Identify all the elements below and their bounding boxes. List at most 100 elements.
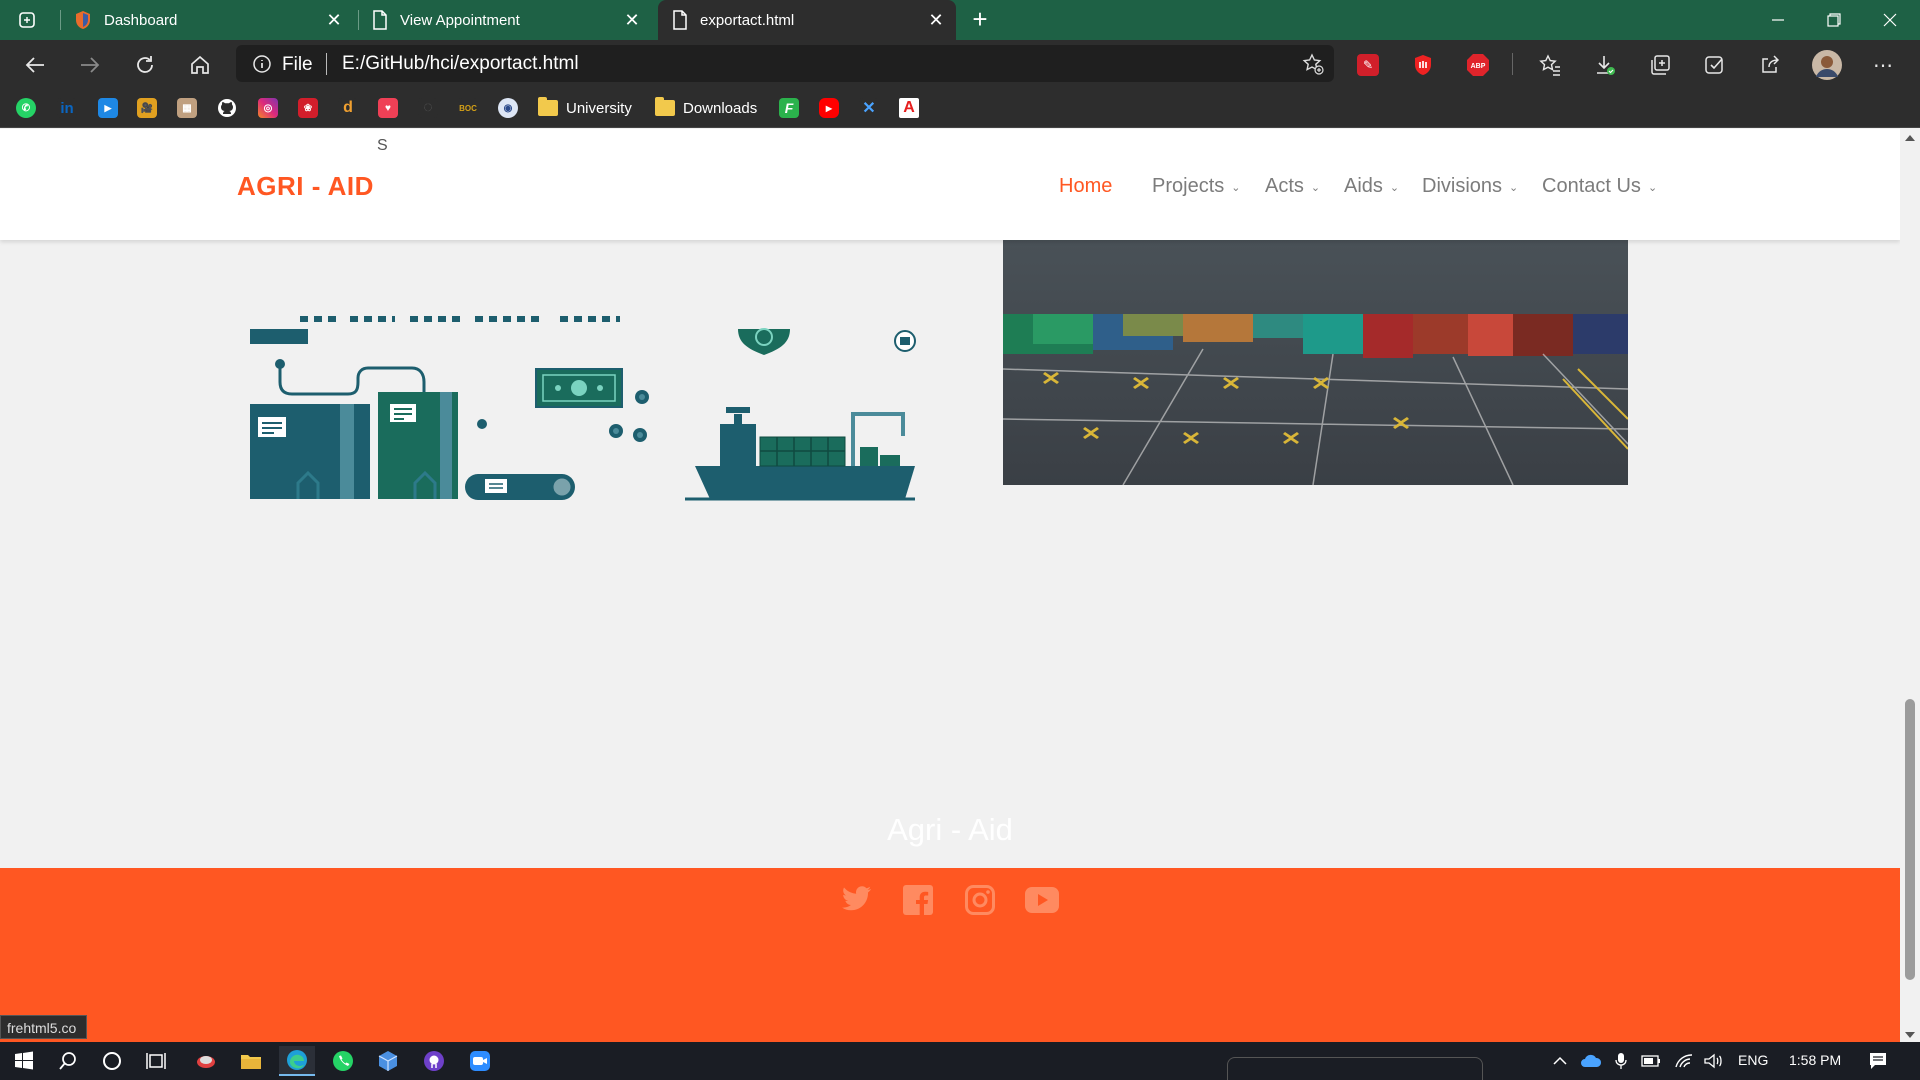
- task-view-icon[interactable]: [138, 1046, 174, 1076]
- microphone-icon[interactable]: [1609, 1046, 1633, 1076]
- tab-strip: Dashboard ✕ View Appointment ✕ exportact…: [0, 0, 1920, 40]
- adblock-icon[interactable]: ABP: [1465, 52, 1491, 78]
- app-icon[interactable]: [370, 1046, 406, 1076]
- onedrive-icon[interactable]: [1577, 1046, 1605, 1076]
- window-close-icon[interactable]: [1862, 0, 1918, 40]
- bookmark-folder-university[interactable]: University: [538, 97, 632, 119]
- downloads-icon[interactable]: [1592, 52, 1618, 78]
- url-text[interactable]: E:/GitHub/hci/exportact.html: [342, 53, 579, 75]
- instagram-icon[interactable]: [960, 880, 1000, 920]
- nav-aids[interactable]: Aids ⌄: [1344, 175, 1399, 198]
- app-icon[interactable]: [188, 1046, 224, 1076]
- new-tab-icon[interactable]: +: [966, 6, 994, 34]
- app-icon[interactable]: d: [338, 97, 358, 119]
- battery-icon[interactable]: [1637, 1046, 1665, 1076]
- nav-label: Aids: [1344, 175, 1383, 197]
- info-icon[interactable]: [252, 54, 272, 74]
- notification-icon[interactable]: [1860, 1046, 1896, 1076]
- add-favorite-icon[interactable]: [1302, 53, 1324, 75]
- file-explorer-icon[interactable]: [233, 1046, 269, 1076]
- edge-icon[interactable]: [279, 1046, 315, 1076]
- nav-label: Acts: [1265, 175, 1304, 197]
- huawei-icon[interactable]: ❀: [298, 97, 318, 119]
- page-icon: [372, 10, 388, 30]
- film-icon[interactable]: 🎥: [137, 97, 157, 119]
- folder-icon: [538, 97, 558, 116]
- share-icon[interactable]: [1757, 52, 1783, 78]
- pocket-icon[interactable]: ♥: [378, 97, 398, 119]
- clock[interactable]: 1:58 PM: [1789, 1052, 1841, 1068]
- back-icon[interactable]: [20, 50, 50, 80]
- instagram-icon[interactable]: ◎: [258, 97, 278, 119]
- close-icon[interactable]: ✕: [926, 10, 946, 30]
- collections-icon[interactable]: [1647, 52, 1673, 78]
- nav-contact-us[interactable]: Contact Us ⌄: [1542, 175, 1657, 198]
- scroll-up-icon[interactable]: [1905, 135, 1915, 141]
- bookmark-folder-downloads[interactable]: Downloads: [655, 97, 757, 119]
- more-icon[interactable]: ⋯: [1870, 52, 1896, 78]
- scroll-thumb[interactable]: [1905, 699, 1915, 980]
- minimize-icon[interactable]: [1750, 0, 1806, 40]
- github-icon[interactable]: [217, 97, 237, 119]
- extension-icon[interactable]: ✎: [1355, 52, 1381, 78]
- volume-icon[interactable]: [1700, 1046, 1728, 1076]
- page-icon: [672, 10, 688, 30]
- loading-icon[interactable]: ◌: [418, 97, 438, 119]
- tab-actions-icon[interactable]: [14, 7, 40, 33]
- zoom-icon[interactable]: [462, 1046, 498, 1076]
- close-icon[interactable]: ✕: [622, 10, 642, 30]
- linkedin-icon[interactable]: in: [57, 97, 77, 119]
- page-scrollbar[interactable]: [1900, 129, 1920, 1042]
- bookmarks-bar: ✆ in ▶ 🎥 ▦ ◎ ❀ d ♥ ◌ BOC ◉ University Do…: [0, 88, 1920, 128]
- tab-exportact[interactable]: exportact.html ✕: [658, 0, 956, 40]
- facebook-icon[interactable]: [898, 880, 938, 920]
- whatsapp-icon[interactable]: ✆: [16, 97, 36, 119]
- globe-icon[interactable]: ◉: [498, 97, 518, 119]
- extension-icon[interactable]: [1410, 52, 1436, 78]
- social-links: [836, 880, 1062, 920]
- tab-dashboard[interactable]: Dashboard ✕: [66, 0, 354, 40]
- bookmark-label: Downloads: [683, 99, 758, 117]
- feedly-icon[interactable]: F: [779, 97, 799, 119]
- cortana-icon[interactable]: [94, 1046, 130, 1076]
- nav-acts[interactable]: Acts ⌄: [1265, 175, 1320, 198]
- chevron-up-icon[interactable]: [1548, 1046, 1572, 1076]
- favorites-icon[interactable]: [1537, 52, 1563, 78]
- avatar[interactable]: [1812, 50, 1842, 80]
- shield-icon: [74, 10, 92, 30]
- windows-start-icon[interactable]: [6, 1046, 42, 1076]
- folder-icon: [655, 97, 675, 116]
- restore-icon[interactable]: [1806, 0, 1862, 40]
- tab-label: View Appointment: [400, 11, 520, 29]
- nav-projects[interactable]: Projects ⌄: [1152, 175, 1240, 198]
- address-bar[interactable]: File E:/GitHub/hci/exportact.html: [236, 45, 1334, 82]
- language-indicator[interactable]: ENG: [1738, 1052, 1768, 1068]
- tool-icon[interactable]: ✕: [859, 97, 879, 119]
- whatsapp-icon[interactable]: [325, 1046, 361, 1076]
- chevron-down-icon: ⌄: [1310, 182, 1321, 194]
- nav-divisions[interactable]: Divisions ⌄: [1422, 175, 1518, 198]
- forward-icon[interactable]: [75, 50, 105, 80]
- github-desktop-icon[interactable]: [416, 1046, 452, 1076]
- tab-label: Dashboard: [104, 11, 178, 29]
- divider: [1512, 53, 1513, 75]
- youtube-icon[interactable]: ▶: [819, 97, 839, 119]
- wifi-icon[interactable]: [1670, 1046, 1698, 1076]
- search-icon[interactable]: [50, 1046, 86, 1076]
- scroll-down-icon[interactable]: [1905, 1032, 1915, 1038]
- adobe-icon[interactable]: A: [899, 97, 919, 119]
- bookmark-site-icon[interactable]: ▦: [177, 97, 197, 119]
- youtube-icon[interactable]: [1022, 880, 1062, 920]
- tab-view-appointment[interactable]: View Appointment ✕: [364, 0, 652, 40]
- site-header: S AGRI - AID Home Projects ⌄ Acts ⌄ Aids ⌄ …: [0, 129, 1900, 240]
- performance-icon[interactable]: [1702, 52, 1728, 78]
- boc-icon[interactable]: BOC: [458, 97, 478, 119]
- refresh-icon[interactable]: [130, 50, 160, 80]
- export-illustration: [250, 316, 916, 501]
- nav-home[interactable]: Home: [1059, 175, 1112, 198]
- twitter-icon[interactable]: [836, 880, 876, 920]
- site-logo[interactable]: AGRI - AID: [237, 171, 374, 202]
- video-icon[interactable]: ▶: [98, 97, 118, 119]
- close-icon[interactable]: ✕: [324, 10, 344, 30]
- home-icon[interactable]: [185, 50, 215, 80]
